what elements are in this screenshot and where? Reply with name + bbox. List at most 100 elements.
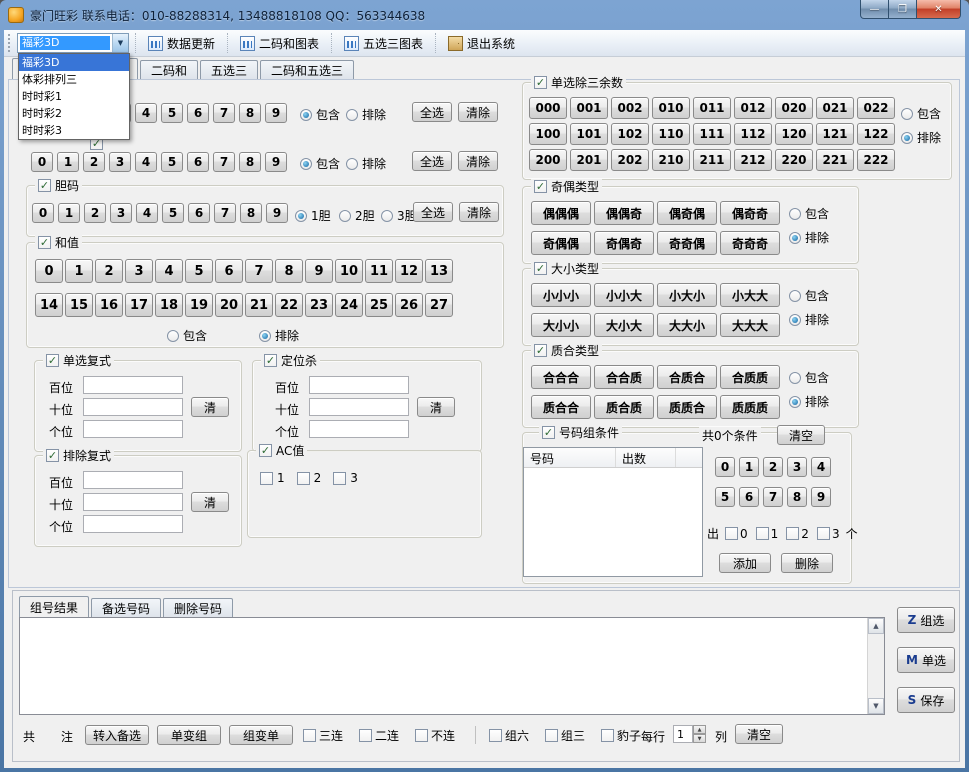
digit-button[interactable]: 1 <box>58 203 80 223</box>
mod3-include-option[interactable]: 包含 <box>901 105 941 122</box>
mod3-include-radio[interactable] <box>901 108 913 120</box>
digit-button[interactable]: 2 <box>84 203 106 223</box>
mod3-exclude-option[interactable]: 排除 <box>901 129 941 146</box>
mod3-button[interactable]: 112 <box>734 123 772 145</box>
danma-checkbox[interactable] <box>38 179 51 192</box>
condition-digit-button[interactable]: 9 <box>811 487 831 507</box>
digit-button[interactable]: 8 <box>239 103 261 123</box>
sum-button[interactable]: 6 <box>215 259 243 283</box>
big-small-button[interactable]: 大大大 <box>720 313 780 337</box>
prime-composite-button[interactable]: 质质合 <box>657 395 717 419</box>
sum-button[interactable]: 10 <box>335 259 363 283</box>
big-small-button[interactable]: 大小大 <box>594 313 654 337</box>
danma-2-option[interactable]: 2胆 <box>339 207 375 224</box>
danma-1-radio[interactable] <box>295 210 307 222</box>
sum-button[interactable]: 1 <box>65 259 93 283</box>
mod3-button[interactable]: 100 <box>529 123 567 145</box>
big-small-exclude-option[interactable]: 排除 <box>789 311 829 328</box>
sum-button[interactable]: 20 <box>215 293 243 317</box>
sum-value-checkbox[interactable] <box>38 236 51 249</box>
prime-composite-button[interactable]: 合合合 <box>531 365 591 389</box>
dropdown-item-pailie3[interactable]: 体彩排列三 <box>19 71 129 88</box>
odd-even-button[interactable]: 偶偶偶 <box>531 201 591 225</box>
row1-exclude-option[interactable]: 排除 <box>346 106 386 123</box>
result-area[interactable]: ▲ ▼ <box>19 617 885 715</box>
mod3-button[interactable]: 022 <box>857 97 895 119</box>
single-complex-checkbox[interactable] <box>46 354 59 367</box>
digit-button[interactable]: 7 <box>214 203 236 223</box>
sum-button[interactable]: 13 <box>425 259 453 283</box>
mod3-button[interactable]: 122 <box>857 123 895 145</box>
spin-down-icon[interactable]: ▼ <box>693 734 706 743</box>
big-small-button[interactable]: 大小小 <box>531 313 591 337</box>
occurrence-checkbox[interactable] <box>786 527 799 540</box>
prime-composite-include-option[interactable]: 包含 <box>789 369 829 386</box>
position-kill-clear-button[interactable]: 清 <box>417 397 455 417</box>
condition-digit-button[interactable]: 5 <box>715 487 735 507</box>
minimize-button[interactable]: — <box>860 0 889 19</box>
digit-button[interactable]: 7 <box>213 152 235 172</box>
maximize-button[interactable]: ❐ <box>889 0 916 19</box>
mod3-button[interactable]: 002 <box>611 97 649 119</box>
lottery-type-combobox[interactable]: 福彩3D ▼ <box>17 33 129 53</box>
footer-action-button[interactable]: 组变单 <box>229 725 293 745</box>
digit-button[interactable]: 7 <box>213 103 235 123</box>
occurrence-option[interactable]: 2 <box>786 527 809 541</box>
big-small-include-option[interactable]: 包含 <box>789 287 829 304</box>
link-checkbox[interactable] <box>359 729 372 742</box>
condition-table[interactable]: 号码 出数 <box>523 447 703 577</box>
mod3-button[interactable]: 221 <box>816 149 854 171</box>
row2-exclude-radio[interactable] <box>346 158 358 170</box>
prime-composite-checkbox[interactable] <box>534 344 547 357</box>
footer-clear-button[interactable]: 清空 <box>735 724 783 744</box>
group-checkbox[interactable] <box>601 729 614 742</box>
exclude-complex-units-input[interactable] <box>83 515 183 533</box>
digit-button[interactable]: 4 <box>136 203 158 223</box>
mod3-button[interactable]: 201 <box>570 149 608 171</box>
condition-digit-button[interactable]: 7 <box>763 487 783 507</box>
condition-digit-button[interactable]: 6 <box>739 487 759 507</box>
odd-even-button[interactable]: 偶奇偶 <box>657 201 717 225</box>
group-checkbox[interactable] <box>545 729 558 742</box>
scroll-down-icon[interactable]: ▼ <box>868 698 884 714</box>
sum-button[interactable]: 14 <box>35 293 63 317</box>
per-line-spinner[interactable]: ▲ ▼ <box>673 725 706 743</box>
condition-clear-button[interactable]: 清空 <box>777 425 825 445</box>
mod3-button[interactable]: 010 <box>652 97 690 119</box>
danma-3-radio[interactable] <box>381 210 393 222</box>
sum-button[interactable]: 26 <box>395 293 423 317</box>
sum-button[interactable]: 25 <box>365 293 393 317</box>
sum-button[interactable]: 3 <box>125 259 153 283</box>
digit-button[interactable]: 9 <box>265 152 287 172</box>
digit-button[interactable]: 0 <box>31 152 53 172</box>
sum-button[interactable]: 27 <box>425 293 453 317</box>
row2-clear-button[interactable]: 清除 <box>458 151 498 171</box>
position-kill-hundreds-input[interactable] <box>309 376 409 394</box>
mod3-button[interactable]: 211 <box>693 149 731 171</box>
prime-composite-button[interactable]: 质质质 <box>720 395 780 419</box>
single-complex-tens-input[interactable] <box>83 398 183 416</box>
occurrence-option[interactable]: 3 <box>817 527 840 541</box>
mod3-button[interactable]: 021 <box>816 97 854 119</box>
row2-select-all-button[interactable]: 全选 <box>412 151 452 171</box>
link-checkbox[interactable] <box>415 729 428 742</box>
tab-result[interactable]: 组号结果 <box>19 596 89 618</box>
digit-button[interactable]: 4 <box>135 152 157 172</box>
tab-candidate-numbers[interactable]: 备选号码 <box>91 598 161 618</box>
row1-clear-button[interactable]: 清除 <box>458 102 498 122</box>
mod3-button[interactable]: 110 <box>652 123 690 145</box>
digit-button[interactable]: 1 <box>57 152 79 172</box>
prime-composite-include-radio[interactable] <box>789 372 801 384</box>
result-action-button[interactable]: M 单选 <box>897 647 955 673</box>
sum-button[interactable]: 0 <box>35 259 63 283</box>
sum-button[interactable]: 11 <box>365 259 393 283</box>
digit-button[interactable]: 4 <box>135 103 157 123</box>
digit-button[interactable]: 2 <box>83 152 105 172</box>
danma-3-option[interactable]: 3胆 <box>381 207 417 224</box>
prime-composite-exclude-option[interactable]: 排除 <box>789 393 829 410</box>
mod3-button[interactable]: 012 <box>734 97 772 119</box>
link-check-option[interactable]: 二连 <box>359 727 399 744</box>
digit-button[interactable]: 8 <box>239 152 261 172</box>
condition-digit-button[interactable]: 1 <box>739 457 759 477</box>
odd-even-include-radio[interactable] <box>789 208 801 220</box>
